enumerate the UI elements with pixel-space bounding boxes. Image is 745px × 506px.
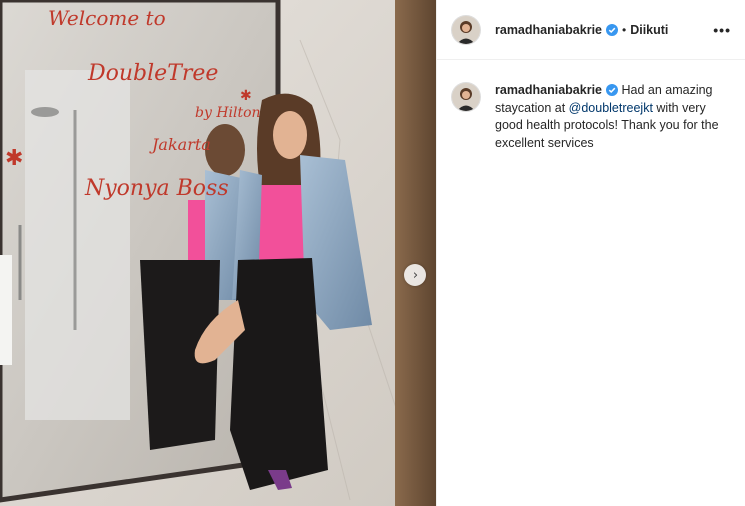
- mirror-text-hilton: by Hilton: [195, 105, 261, 121]
- mirror-text-city: Jakarta: [149, 135, 211, 154]
- photo-illustration: Welcome to DoubleTree by Hilton Jakarta …: [0, 0, 436, 506]
- chevron-right-icon: ›: [412, 267, 419, 283]
- username-link[interactable]: ramadhaniabakrie: [495, 23, 602, 37]
- mention-link[interactable]: @doubletreejkt: [569, 101, 653, 115]
- mirror-text-welcome: Welcome to: [48, 6, 166, 30]
- instagram-post: Welcome to DoubleTree by Hilton Jakarta …: [0, 0, 745, 506]
- avatar[interactable]: [451, 14, 481, 45]
- caption-text: ramadhaniabakrie Had an amazing staycati…: [495, 82, 725, 152]
- mirror-text-name: Nyonya Boss: [84, 176, 229, 201]
- caption-username-link[interactable]: ramadhaniabakrie: [495, 83, 602, 97]
- more-options-icon[interactable]: •••: [713, 22, 731, 38]
- verified-badge-icon: [606, 23, 618, 36]
- post-header: ramadhaniabakrie • Diikuti •••: [437, 0, 745, 60]
- post-sidebar: ramadhaniabakrie • Diikuti ••• ramadhani…: [436, 0, 745, 506]
- post-photo[interactable]: Welcome to DoubleTree by Hilton Jakarta …: [0, 0, 436, 506]
- comments-area: [437, 152, 745, 506]
- mirror-star-right: ✱: [240, 88, 252, 104]
- next-photo-button[interactable]: ›: [404, 264, 426, 286]
- verified-badge-icon: [606, 84, 618, 96]
- following-button[interactable]: Diikuti: [630, 23, 668, 37]
- caption: ramadhaniabakrie Had an amazing staycati…: [437, 60, 745, 152]
- separator-dot: •: [622, 22, 627, 37]
- mirror-text-brand: DoubleTree: [87, 61, 218, 86]
- mirror-star-left: ✱: [5, 146, 23, 171]
- caption-avatar[interactable]: [451, 82, 481, 112]
